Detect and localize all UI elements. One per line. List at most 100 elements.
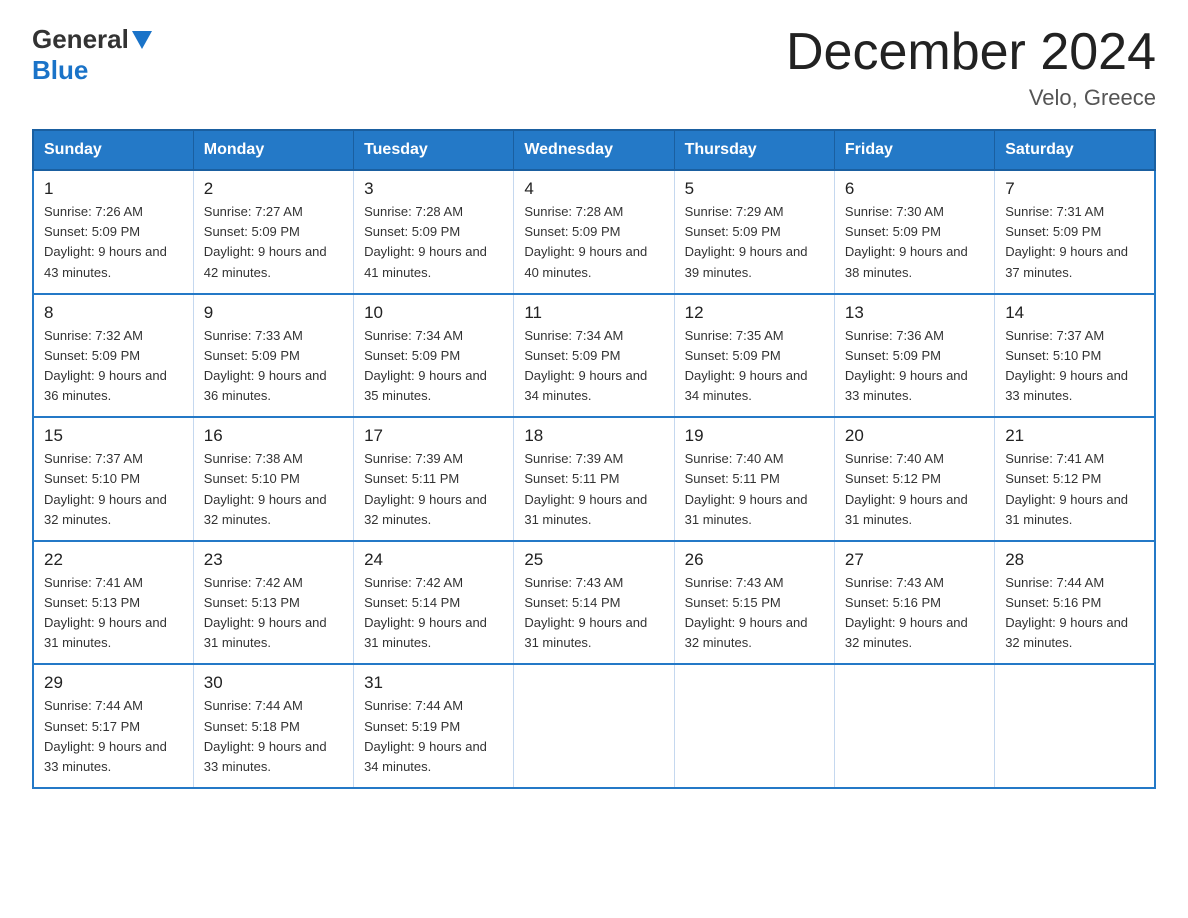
day-info: Sunrise: 7:42 AMSunset: 5:13 PMDaylight:…	[204, 575, 327, 650]
day-info: Sunrise: 7:44 AMSunset: 5:17 PMDaylight:…	[44, 698, 167, 773]
day-info: Sunrise: 7:38 AMSunset: 5:10 PMDaylight:…	[204, 451, 327, 526]
day-number: 31	[364, 673, 503, 693]
calendar-cell: 21 Sunrise: 7:41 AMSunset: 5:12 PMDaylig…	[995, 417, 1155, 541]
calendar-cell: 24 Sunrise: 7:42 AMSunset: 5:14 PMDaylig…	[354, 541, 514, 665]
day-number: 22	[44, 550, 183, 570]
day-info: Sunrise: 7:36 AMSunset: 5:09 PMDaylight:…	[845, 328, 968, 403]
day-info: Sunrise: 7:37 AMSunset: 5:10 PMDaylight:…	[1005, 328, 1128, 403]
day-info: Sunrise: 7:40 AMSunset: 5:11 PMDaylight:…	[685, 451, 808, 526]
calendar-cell: 5 Sunrise: 7:29 AMSunset: 5:09 PMDayligh…	[674, 170, 834, 294]
title-area: December 2024 Velo, Greece	[786, 24, 1156, 111]
calendar-body: 1 Sunrise: 7:26 AMSunset: 5:09 PMDayligh…	[33, 170, 1155, 788]
calendar-cell	[674, 664, 834, 788]
day-info: Sunrise: 7:43 AMSunset: 5:16 PMDaylight:…	[845, 575, 968, 650]
day-info: Sunrise: 7:30 AMSunset: 5:09 PMDaylight:…	[845, 204, 968, 279]
calendar-cell	[514, 664, 674, 788]
calendar-cell: 29 Sunrise: 7:44 AMSunset: 5:17 PMDaylig…	[33, 664, 193, 788]
day-info: Sunrise: 7:33 AMSunset: 5:09 PMDaylight:…	[204, 328, 327, 403]
calendar-cell: 2 Sunrise: 7:27 AMSunset: 5:09 PMDayligh…	[193, 170, 353, 294]
calendar-cell: 13 Sunrise: 7:36 AMSunset: 5:09 PMDaylig…	[834, 294, 994, 418]
day-number: 16	[204, 426, 343, 446]
week-row-2: 8 Sunrise: 7:32 AMSunset: 5:09 PMDayligh…	[33, 294, 1155, 418]
day-info: Sunrise: 7:32 AMSunset: 5:09 PMDaylight:…	[44, 328, 167, 403]
day-info: Sunrise: 7:34 AMSunset: 5:09 PMDaylight:…	[364, 328, 487, 403]
week-row-3: 15 Sunrise: 7:37 AMSunset: 5:10 PMDaylig…	[33, 417, 1155, 541]
calendar-cell: 15 Sunrise: 7:37 AMSunset: 5:10 PMDaylig…	[33, 417, 193, 541]
day-number: 29	[44, 673, 183, 693]
calendar-cell	[834, 664, 994, 788]
day-number: 6	[845, 179, 984, 199]
day-info: Sunrise: 7:39 AMSunset: 5:11 PMDaylight:…	[524, 451, 647, 526]
calendar-cell: 1 Sunrise: 7:26 AMSunset: 5:09 PMDayligh…	[33, 170, 193, 294]
day-info: Sunrise: 7:28 AMSunset: 5:09 PMDaylight:…	[364, 204, 487, 279]
day-number: 13	[845, 303, 984, 323]
day-number: 1	[44, 179, 183, 199]
location: Velo, Greece	[786, 85, 1156, 111]
day-number: 26	[685, 550, 824, 570]
day-info: Sunrise: 7:39 AMSunset: 5:11 PMDaylight:…	[364, 451, 487, 526]
calendar-cell: 31 Sunrise: 7:44 AMSunset: 5:19 PMDaylig…	[354, 664, 514, 788]
day-info: Sunrise: 7:29 AMSunset: 5:09 PMDaylight:…	[685, 204, 808, 279]
calendar-cell: 25 Sunrise: 7:43 AMSunset: 5:14 PMDaylig…	[514, 541, 674, 665]
logo-blue-text: Blue	[32, 55, 88, 86]
day-info: Sunrise: 7:31 AMSunset: 5:09 PMDaylight:…	[1005, 204, 1128, 279]
day-number: 20	[845, 426, 984, 446]
calendar-cell	[995, 664, 1155, 788]
week-row-5: 29 Sunrise: 7:44 AMSunset: 5:17 PMDaylig…	[33, 664, 1155, 788]
day-number: 11	[524, 303, 663, 323]
calendar-header: SundayMondayTuesdayWednesdayThursdayFrid…	[33, 130, 1155, 170]
day-number: 27	[845, 550, 984, 570]
day-info: Sunrise: 7:28 AMSunset: 5:09 PMDaylight:…	[524, 204, 647, 279]
day-number: 7	[1005, 179, 1144, 199]
header-saturday: Saturday	[995, 130, 1155, 170]
day-info: Sunrise: 7:37 AMSunset: 5:10 PMDaylight:…	[44, 451, 167, 526]
calendar-cell: 30 Sunrise: 7:44 AMSunset: 5:18 PMDaylig…	[193, 664, 353, 788]
calendar-cell: 16 Sunrise: 7:38 AMSunset: 5:10 PMDaylig…	[193, 417, 353, 541]
header-thursday: Thursday	[674, 130, 834, 170]
day-info: Sunrise: 7:34 AMSunset: 5:09 PMDaylight:…	[524, 328, 647, 403]
day-number: 18	[524, 426, 663, 446]
day-number: 10	[364, 303, 503, 323]
day-info: Sunrise: 7:41 AMSunset: 5:13 PMDaylight:…	[44, 575, 167, 650]
day-info: Sunrise: 7:26 AMSunset: 5:09 PMDaylight:…	[44, 204, 167, 279]
day-info: Sunrise: 7:44 AMSunset: 5:16 PMDaylight:…	[1005, 575, 1128, 650]
week-row-4: 22 Sunrise: 7:41 AMSunset: 5:13 PMDaylig…	[33, 541, 1155, 665]
calendar-cell: 28 Sunrise: 7:44 AMSunset: 5:16 PMDaylig…	[995, 541, 1155, 665]
calendar-cell: 22 Sunrise: 7:41 AMSunset: 5:13 PMDaylig…	[33, 541, 193, 665]
calendar-cell: 18 Sunrise: 7:39 AMSunset: 5:11 PMDaylig…	[514, 417, 674, 541]
day-number: 12	[685, 303, 824, 323]
calendar-cell: 6 Sunrise: 7:30 AMSunset: 5:09 PMDayligh…	[834, 170, 994, 294]
day-number: 3	[364, 179, 503, 199]
day-info: Sunrise: 7:42 AMSunset: 5:14 PMDaylight:…	[364, 575, 487, 650]
calendar-cell: 20 Sunrise: 7:40 AMSunset: 5:12 PMDaylig…	[834, 417, 994, 541]
calendar-cell: 10 Sunrise: 7:34 AMSunset: 5:09 PMDaylig…	[354, 294, 514, 418]
header-sunday: Sunday	[33, 130, 193, 170]
day-number: 30	[204, 673, 343, 693]
calendar-cell: 12 Sunrise: 7:35 AMSunset: 5:09 PMDaylig…	[674, 294, 834, 418]
calendar-cell: 19 Sunrise: 7:40 AMSunset: 5:11 PMDaylig…	[674, 417, 834, 541]
calendar-cell: 23 Sunrise: 7:42 AMSunset: 5:13 PMDaylig…	[193, 541, 353, 665]
day-info: Sunrise: 7:44 AMSunset: 5:18 PMDaylight:…	[204, 698, 327, 773]
week-row-1: 1 Sunrise: 7:26 AMSunset: 5:09 PMDayligh…	[33, 170, 1155, 294]
day-info: Sunrise: 7:44 AMSunset: 5:19 PMDaylight:…	[364, 698, 487, 773]
page-header: General Blue December 2024 Velo, Greece	[32, 24, 1156, 111]
header-wednesday: Wednesday	[514, 130, 674, 170]
logo: General Blue	[32, 24, 155, 86]
day-number: 14	[1005, 303, 1144, 323]
day-info: Sunrise: 7:43 AMSunset: 5:15 PMDaylight:…	[685, 575, 808, 650]
day-number: 17	[364, 426, 503, 446]
calendar-table: SundayMondayTuesdayWednesdayThursdayFrid…	[32, 129, 1156, 789]
day-number: 21	[1005, 426, 1144, 446]
day-number: 4	[524, 179, 663, 199]
day-number: 25	[524, 550, 663, 570]
calendar-cell: 17 Sunrise: 7:39 AMSunset: 5:11 PMDaylig…	[354, 417, 514, 541]
logo-general-text: General	[32, 24, 129, 55]
header-row: SundayMondayTuesdayWednesdayThursdayFrid…	[33, 130, 1155, 170]
day-number: 9	[204, 303, 343, 323]
calendar-cell: 27 Sunrise: 7:43 AMSunset: 5:16 PMDaylig…	[834, 541, 994, 665]
logo-triangle-icon	[132, 31, 152, 49]
header-tuesday: Tuesday	[354, 130, 514, 170]
day-number: 23	[204, 550, 343, 570]
day-info: Sunrise: 7:40 AMSunset: 5:12 PMDaylight:…	[845, 451, 968, 526]
day-number: 8	[44, 303, 183, 323]
